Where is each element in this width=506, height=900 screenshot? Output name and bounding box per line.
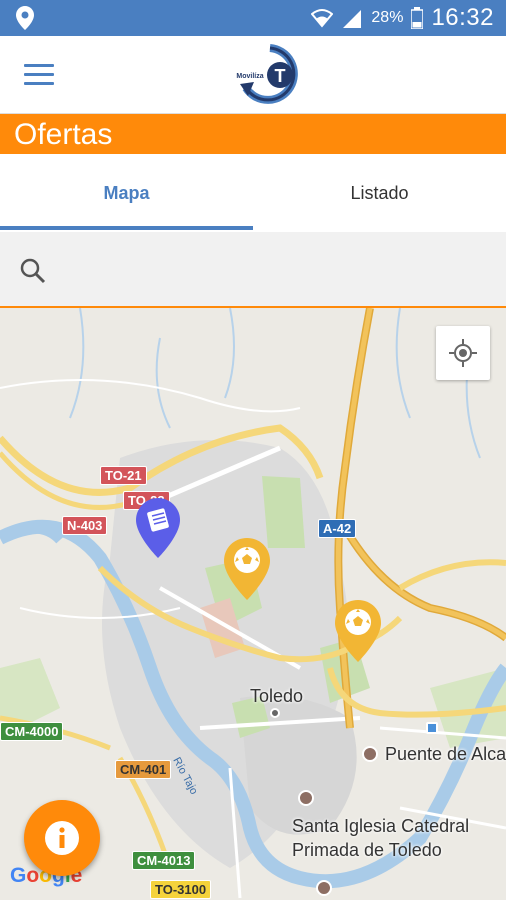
- road-label-a42: A-42: [318, 519, 357, 538]
- svg-text:Movilíza: Movilíza: [236, 73, 263, 80]
- location-icon: [16, 6, 34, 30]
- road-label-cm4000: CM-4000: [0, 722, 64, 741]
- app-bar: T Movilíza: [0, 36, 506, 114]
- book-marker-icon[interactable]: [136, 498, 180, 558]
- svg-text:T: T: [275, 66, 286, 86]
- road-label-n403: N-403: [62, 516, 108, 535]
- landmark-icon[interactable]: [362, 746, 378, 762]
- road-label-cm4013: CM-4013: [132, 851, 196, 870]
- status-bar: 28% 16:32: [0, 0, 506, 36]
- battery-percent: 28%: [371, 9, 404, 26]
- signal-icon: [343, 10, 362, 28]
- church-icon[interactable]: [298, 790, 314, 806]
- place-label-catedral-2: Primada de Toledo: [292, 840, 442, 860]
- museum-icon[interactable]: [316, 880, 332, 896]
- hamburger-menu-icon[interactable]: [24, 64, 54, 86]
- battery-icon: [411, 7, 424, 29]
- crosshair-icon: [449, 339, 477, 367]
- page-title: Ofertas: [14, 118, 113, 151]
- road-label-to3100: TO-3100: [150, 880, 212, 899]
- tab-mapa[interactable]: Mapa: [0, 154, 253, 232]
- search-icon[interactable]: [20, 258, 46, 284]
- map-view[interactable]: TO-21 TO-22 N-403 A-42 CM-4000 CM-401 CM…: [0, 308, 506, 900]
- search-input[interactable]: [64, 250, 484, 290]
- tab-bar: Mapa Listado: [0, 154, 506, 232]
- place-label-toledo: Toledo: [250, 686, 304, 706]
- info-icon: [45, 821, 79, 855]
- soccer-marker-icon[interactable]: [224, 538, 270, 600]
- soccer-marker-icon[interactable]: [335, 600, 381, 662]
- my-location-button[interactable]: [436, 326, 490, 380]
- place-label-catedral-1: Santa Iglesia Catedral: [292, 816, 470, 836]
- road-label-to21: TO-21: [100, 466, 147, 485]
- clock: 16:32: [431, 4, 494, 31]
- road-label-cm401: CM-401: [115, 760, 172, 779]
- place-label-puente: Puente de Alca: [385, 744, 506, 764]
- transit-icon[interactable]: [426, 722, 438, 734]
- search-bar: [0, 232, 506, 308]
- wifi-icon: [311, 9, 334, 28]
- section-header: Ofertas: [0, 114, 506, 154]
- app-logo: T Movilíza: [236, 44, 298, 104]
- toledo-dot: [270, 708, 280, 718]
- info-button[interactable]: [24, 800, 100, 876]
- tab-listado[interactable]: Listado: [253, 154, 506, 232]
